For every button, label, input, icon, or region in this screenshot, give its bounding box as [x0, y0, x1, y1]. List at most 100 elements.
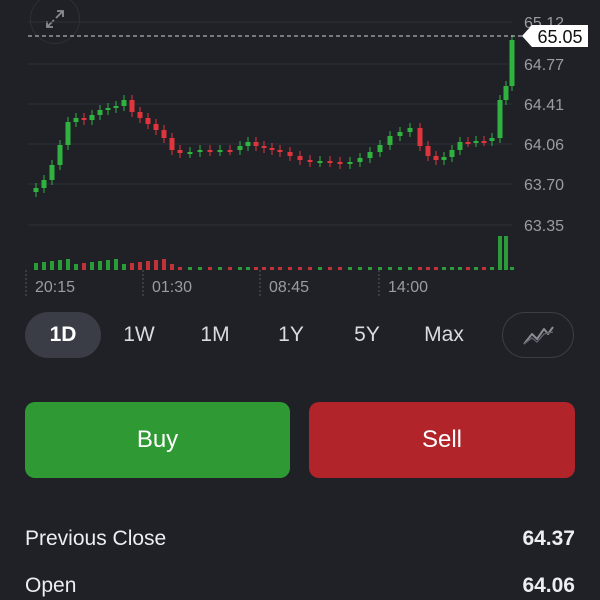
candle-body [207, 150, 213, 152]
candle-body [89, 115, 95, 120]
volume-bar [498, 236, 502, 270]
volume-bar [426, 267, 430, 270]
candle-body [441, 157, 447, 160]
stat-label: Previous Close [25, 527, 167, 550]
stat-open: Open 64.06 [25, 574, 575, 598]
candle-body [73, 118, 79, 122]
timeframe-1m[interactable]: 1M [180, 312, 250, 358]
candle-body [417, 128, 423, 146]
candle-body [129, 100, 135, 112]
candle-body [121, 100, 127, 106]
volume-bar [298, 267, 302, 270]
volume-bar [188, 267, 192, 270]
candle-body [65, 122, 71, 145]
volume-bar [254, 267, 258, 270]
buy-label: Buy [136, 426, 179, 453]
candle-body [489, 138, 495, 141]
volume-bar [122, 264, 126, 270]
price-tick: 64.06 [524, 137, 564, 154]
volume-bar [42, 262, 46, 270]
volume-bar [208, 267, 212, 270]
candle-body [57, 145, 63, 165]
volume-bar [238, 267, 242, 270]
volume-bar [418, 267, 422, 270]
time-tick: 01:30 [152, 279, 192, 296]
volume-bar [308, 267, 312, 270]
volume-bar [90, 262, 94, 270]
timeframe-1w[interactable]: 1W [104, 312, 174, 358]
volume-bar [50, 261, 54, 270]
sell-button[interactable]: Sell [309, 402, 575, 478]
buy-button[interactable]: Buy [25, 402, 290, 478]
volume-bar [154, 260, 158, 270]
volume-bar [510, 267, 514, 270]
volume-bar [170, 264, 174, 270]
price-chart[interactable]: 65.1264.7764.4164.0663.7063.3520:15 01:30… [0, 0, 600, 300]
candle-body [97, 110, 103, 115]
candle-body [253, 142, 259, 146]
volume-bar [198, 267, 202, 270]
candle-body [33, 188, 39, 192]
candle-body [217, 150, 223, 152]
volume-bar [162, 259, 166, 270]
volume-bar [138, 262, 142, 270]
candle-body [327, 161, 333, 163]
volume-bar [338, 267, 342, 270]
candle-body [137, 112, 143, 118]
candle-body [307, 160, 313, 162]
volume-bar [388, 267, 392, 270]
candle-body [105, 108, 111, 110]
volume-bar [398, 267, 402, 270]
candle-body [197, 150, 203, 152]
volume-bar [130, 263, 134, 270]
candle-body [397, 132, 403, 136]
volume-bar [278, 267, 282, 270]
volume-bar [434, 267, 438, 270]
volume-bar [482, 267, 486, 270]
sell-label: Sell [421, 426, 463, 453]
candle-body [287, 152, 293, 156]
volume-bar [246, 267, 250, 270]
volume-bar [270, 267, 274, 270]
candle-body [297, 156, 303, 160]
chart-style-toggle[interactable] [502, 312, 574, 358]
candle-body [465, 142, 471, 144]
stat-label: Open [25, 574, 77, 597]
timeframe-1d[interactable]: 1D [25, 312, 101, 358]
price-tick: 63.35 [524, 218, 564, 235]
volume-bar [442, 267, 446, 270]
candle-body [433, 156, 439, 160]
volume-bar [146, 261, 150, 270]
volume-bar [504, 236, 508, 270]
candle-body [377, 145, 383, 152]
stat-previous-close: Previous Close 64.37 [25, 527, 575, 551]
volume-bar [178, 267, 182, 270]
candle-body [481, 141, 487, 143]
candle-body [237, 146, 243, 150]
candle-body [153, 124, 159, 130]
candle-body [449, 150, 455, 157]
candle-body [169, 138, 175, 150]
volume-bar [408, 267, 412, 270]
volume-bar [66, 259, 70, 270]
stat-value: 64.06 [522, 574, 575, 597]
volume-bar [218, 267, 222, 270]
candle-body [425, 146, 431, 156]
volume-bar [106, 260, 110, 270]
volume-bar [262, 267, 266, 270]
candle-body [277, 150, 283, 152]
candle-body [457, 142, 463, 150]
line-chart-icon [523, 326, 554, 345]
timeframe-max[interactable]: Max [408, 312, 480, 358]
candle-body [161, 130, 167, 138]
candle-body [145, 118, 151, 124]
price-tick: 64.41 [524, 97, 564, 114]
volume-bar [458, 267, 462, 270]
timeframe-5y[interactable]: 5Y [332, 312, 402, 358]
candle-body [49, 165, 55, 180]
volume-bar [358, 267, 362, 270]
stat-value: 64.37 [522, 527, 575, 550]
time-tick: 08:45 [269, 279, 309, 296]
time-tick: 14:00 [388, 279, 428, 296]
timeframe-1y[interactable]: 1Y [256, 312, 326, 358]
